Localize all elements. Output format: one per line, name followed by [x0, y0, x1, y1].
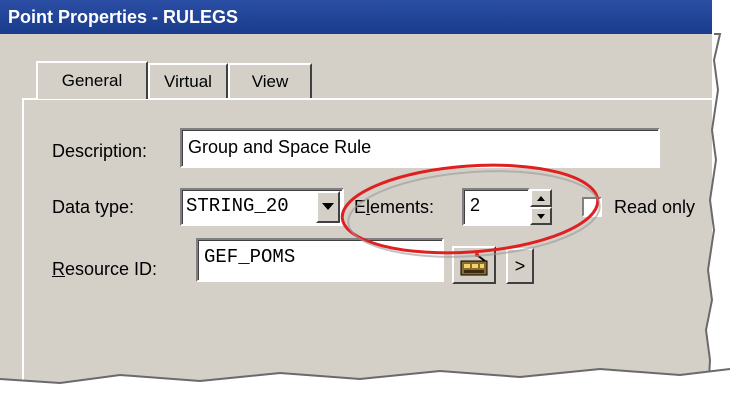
highlight-ellipse [340, 163, 601, 258]
tab-general-label: General [61, 71, 123, 90]
torn-bottom-edge [0, 367, 730, 397]
tab-general[interactable]: General [36, 61, 148, 99]
point-properties-dialog: Point Properties - RULEGS General Virtua… [0, 0, 730, 397]
torn-right-edge [700, 0, 730, 397]
